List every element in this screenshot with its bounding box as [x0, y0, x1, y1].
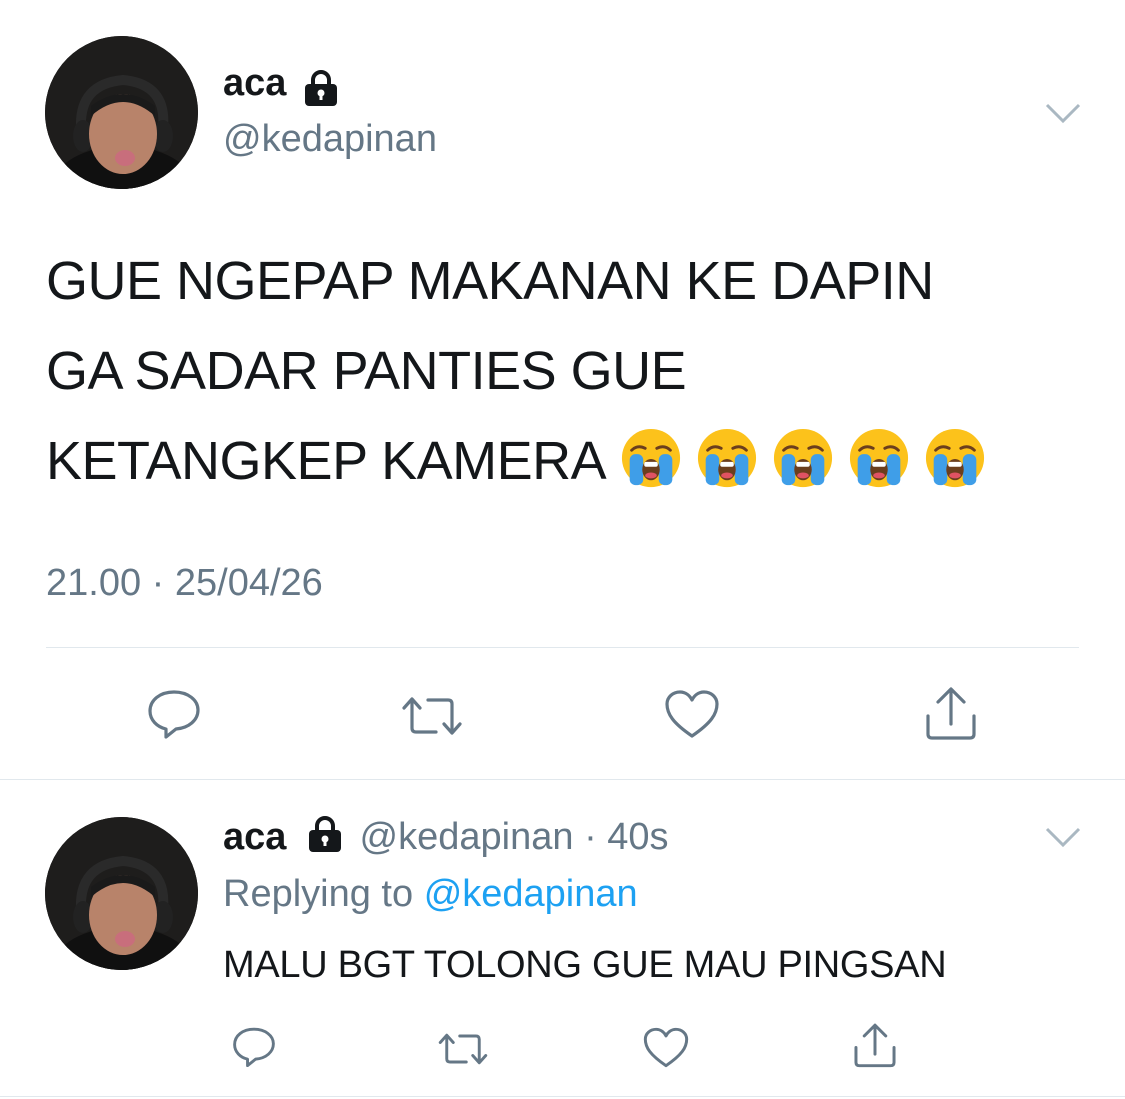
tweet-text-line: KETANGKEP KAMERA — [46, 416, 1086, 506]
lock-icon — [305, 815, 345, 863]
share-icon[interactable] — [922, 684, 980, 742]
divider — [46, 647, 1079, 648]
avatar[interactable] — [45, 817, 198, 970]
reply-header: aca @kedapinan · 40s — [223, 815, 669, 863]
loudly-crying-face-emoji — [622, 428, 681, 488]
share-icon[interactable] — [851, 1021, 899, 1069]
tweet-text-line-3: KETANGKEP KAMERA — [46, 431, 607, 491]
divider — [0, 1096, 1125, 1097]
loudly-crying-face-emoji — [774, 428, 833, 488]
tweet-timestamp[interactable]: 21.00 · 25/04/26 — [46, 562, 323, 605]
loudly-crying-face-emoji — [698, 428, 757, 488]
mention-link[interactable]: @kedapinan — [424, 873, 638, 915]
author-handle[interactable]: @kedapinan — [223, 118, 437, 161]
author-name[interactable]: aca — [223, 816, 286, 858]
chevron-down-icon[interactable] — [1045, 102, 1081, 124]
author-handle[interactable]: @kedapinan — [360, 816, 574, 858]
like-icon[interactable] — [642, 1026, 690, 1069]
tweet-text: GUE NGEPAP MAKANAN KE DAPIN GA SADAR PAN… — [46, 236, 1086, 506]
tweet-text-line: GUE NGEPAP MAKANAN KE DAPIN — [46, 251, 934, 311]
reply-icon[interactable] — [231, 1026, 277, 1068]
author-name-row: aca — [223, 62, 341, 112]
divider — [0, 779, 1125, 780]
loudly-crying-face-emoji — [926, 428, 985, 488]
loudly-crying-face-emoji — [850, 428, 909, 488]
tweet-text-line: GA SADAR PANTIES GUE — [46, 341, 687, 401]
retweet-icon[interactable] — [437, 1031, 489, 1067]
reply-text: MALU BGT TOLONG GUE MAU PINGSAN — [223, 944, 947, 986]
tweet-time[interactable]: 40s — [607, 816, 668, 858]
chevron-down-icon[interactable] — [1045, 826, 1081, 848]
replying-to-label: Replying to — [223, 873, 414, 915]
replying-to: Replying to @kedapinan — [223, 873, 638, 916]
lock-icon — [301, 69, 341, 112]
separator-dot: · — [584, 816, 597, 859]
author-name[interactable]: aca — [223, 62, 286, 104]
emoji-row — [606, 428, 986, 491]
retweet-icon[interactable] — [400, 694, 464, 738]
like-icon[interactable] — [663, 688, 721, 740]
avatar[interactable] — [45, 36, 198, 189]
reply-icon[interactable] — [146, 688, 202, 740]
